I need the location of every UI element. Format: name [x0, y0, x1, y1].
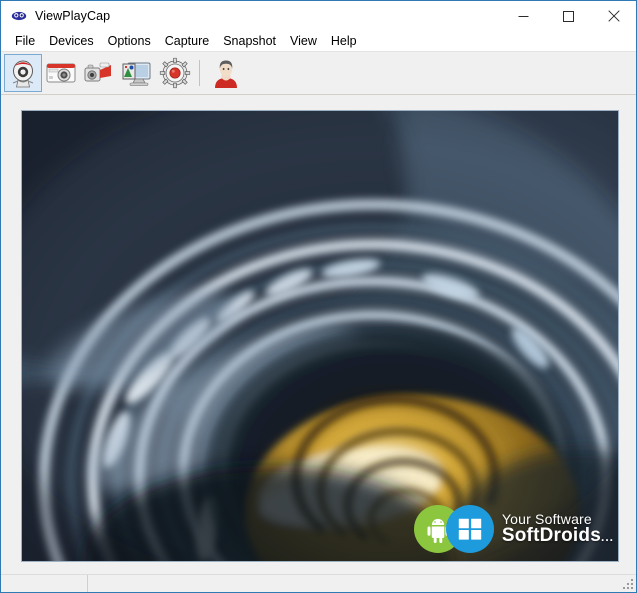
toolbar	[1, 52, 636, 95]
menu-item-capture[interactable]: Capture	[158, 32, 216, 51]
menu-item-snapshot[interactable]: Snapshot	[216, 32, 283, 51]
camcorder-button[interactable]	[80, 54, 118, 92]
video-image	[22, 111, 618, 561]
status-pane-right	[88, 575, 636, 593]
resize-grip-icon[interactable]	[621, 577, 634, 590]
photo-camera-button[interactable]	[42, 54, 80, 92]
camcorder-icon	[84, 62, 111, 82]
close-button[interactable]	[591, 1, 636, 31]
window-controls	[501, 1, 636, 31]
menu-item-view[interactable]: View	[283, 32, 324, 51]
menu-item-help[interactable]: Help	[324, 32, 364, 51]
screen-capture-button[interactable]	[118, 54, 156, 92]
avatar-button[interactable]	[207, 54, 245, 92]
status-bar	[1, 574, 636, 592]
record-gear-icon	[159, 57, 191, 89]
menu-bar: File Devices Options Capture Snapshot Vi…	[1, 31, 636, 52]
camera-preview[interactable]: Your Software SoftDroids...	[21, 110, 619, 562]
minimize-button[interactable]	[501, 1, 546, 31]
menu-item-file[interactable]: File	[8, 32, 42, 51]
viewplaycap-window: ViewPlayCap File Devices Options Capture…	[0, 0, 637, 593]
toolbar-separator	[199, 60, 200, 86]
webcam-icon	[12, 60, 34, 88]
window-title: ViewPlayCap	[35, 9, 111, 23]
client-area: Your Software SoftDroids...	[1, 95, 636, 574]
person-avatar-icon	[215, 60, 237, 88]
menu-item-devices[interactable]: Devices	[42, 32, 100, 51]
webcam-button[interactable]	[4, 54, 42, 92]
webcam-eye-icon	[11, 8, 27, 24]
record-button[interactable]	[156, 54, 194, 92]
title-bar[interactable]: ViewPlayCap	[1, 1, 636, 31]
monitor-screen-icon	[122, 62, 151, 86]
maximize-button[interactable]	[546, 1, 591, 31]
status-pane-left	[1, 574, 88, 592]
menu-item-options[interactable]: Options	[101, 32, 158, 51]
photo-camera-icon	[46, 63, 76, 83]
